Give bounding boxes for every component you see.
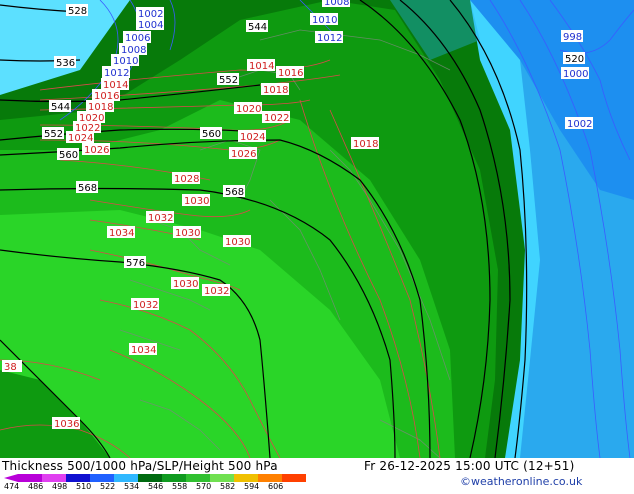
legend-swatch	[18, 474, 42, 482]
slp-1014-b: 1014	[249, 61, 274, 72]
slp-1024: 1024	[68, 133, 93, 144]
slp-1030-d: 1030	[173, 279, 198, 290]
label-528: 528	[68, 6, 87, 17]
slp-38: 38	[4, 362, 17, 373]
legend-tick-label: 522	[100, 482, 115, 490]
legend-color-bars	[4, 474, 306, 482]
slp-1002-b: 1002	[567, 119, 592, 130]
slp-1024-b: 1024	[240, 132, 265, 143]
legend-tick-labels: 474 486 498 510 522 534 546 558 570 582 594 606	[4, 482, 283, 491]
label-568b: 568	[225, 187, 244, 198]
legend-swatch	[186, 474, 210, 482]
legend-swatch	[258, 474, 282, 482]
label-560: 560	[59, 150, 78, 161]
legend-swatch	[66, 474, 90, 482]
slp-1030-c: 1030	[225, 237, 250, 248]
legend-arrow-left	[4, 474, 18, 482]
slp-1034-a: 1034	[109, 228, 134, 239]
legend-swatch	[282, 474, 306, 482]
map-title: Thickness 500/1000 hPa/SLP/Height 500 hP…	[2, 459, 278, 473]
label-560b: 560	[202, 129, 221, 140]
slp-1010-b: 1010	[312, 15, 337, 26]
label-520: 520	[565, 54, 584, 65]
map-canvas: 528 536 544 552 560 568 576 544 552 560 …	[0, 0, 634, 458]
slp-1000: 1000	[563, 69, 588, 80]
slp-1034-b: 1034	[131, 345, 156, 356]
slp-1026: 1026	[84, 145, 109, 156]
slp-1006: 1006	[125, 33, 150, 44]
credit-link[interactable]: ©weatheronline.co.uk	[460, 475, 582, 488]
slp-1032-a: 1032	[148, 213, 173, 224]
legend-tick-label: 570	[196, 482, 211, 490]
slp-1018-b: 1018	[263, 85, 288, 96]
legend-swatch	[162, 474, 186, 482]
label-544b: 544	[248, 22, 267, 33]
legend-swatch	[42, 474, 66, 482]
legend-tick-label: 546	[148, 482, 163, 490]
label-552: 552	[44, 129, 63, 140]
slp-1028: 1028	[174, 174, 199, 185]
legend-swatch	[234, 474, 258, 482]
slp-1020-b: 1020	[236, 104, 261, 115]
legend-tick-label: 498	[52, 482, 67, 490]
slp-1026-b: 1026	[231, 149, 256, 160]
valid-time: Fr 26-12-2025 15:00 UTC (12+51)	[364, 459, 575, 473]
label-552b: 552	[219, 75, 238, 86]
legend-tick-label: 534	[124, 482, 139, 490]
slp-1022-b: 1022	[264, 113, 289, 124]
legend-tick-label: 594	[244, 482, 259, 490]
legend-swatch	[90, 474, 114, 482]
slp-1032-b: 1032	[133, 300, 158, 311]
weather-map: 528 536 544 552 560 568 576 544 552 560 …	[0, 0, 634, 458]
slp-1012-a: 1012	[104, 68, 129, 79]
slp-1036: 1036	[54, 419, 79, 430]
label-576: 576	[126, 258, 145, 269]
slp-1032-low: 1032	[204, 286, 229, 297]
slp-1012-b: 1012	[317, 33, 342, 44]
label-568: 568	[78, 183, 97, 194]
map-footer: Thickness 500/1000 hPa/SLP/Height 500 hP…	[0, 458, 634, 491]
label-544: 544	[51, 102, 70, 113]
legend-tick-label: 558	[172, 482, 187, 490]
legend-swatch	[138, 474, 162, 482]
legend-tick-label: 582	[220, 482, 235, 490]
legend-tick-label: 606	[268, 482, 283, 490]
slp-1010-a: 1010	[113, 56, 138, 67]
legend-tick-label: 486	[28, 482, 43, 490]
slp-1030-b: 1030	[175, 228, 200, 239]
slp-998: 998	[563, 32, 582, 43]
slp-1018-c: 1018	[353, 139, 378, 150]
slp-1030-a: 1030	[184, 196, 209, 207]
slp-1016-b: 1016	[278, 68, 303, 79]
legend-tick-label: 510	[76, 482, 91, 490]
legend-tick-label: 474	[4, 482, 19, 490]
color-legend: 474 486 498 510 522 534 546 558 570 582 594 606	[0, 474, 340, 491]
legend-swatch	[114, 474, 138, 482]
legend-swatch	[210, 474, 234, 482]
slp-1004: 1004	[138, 20, 163, 31]
slp-1008-top: 1008	[324, 0, 349, 8]
label-536: 536	[56, 58, 75, 69]
